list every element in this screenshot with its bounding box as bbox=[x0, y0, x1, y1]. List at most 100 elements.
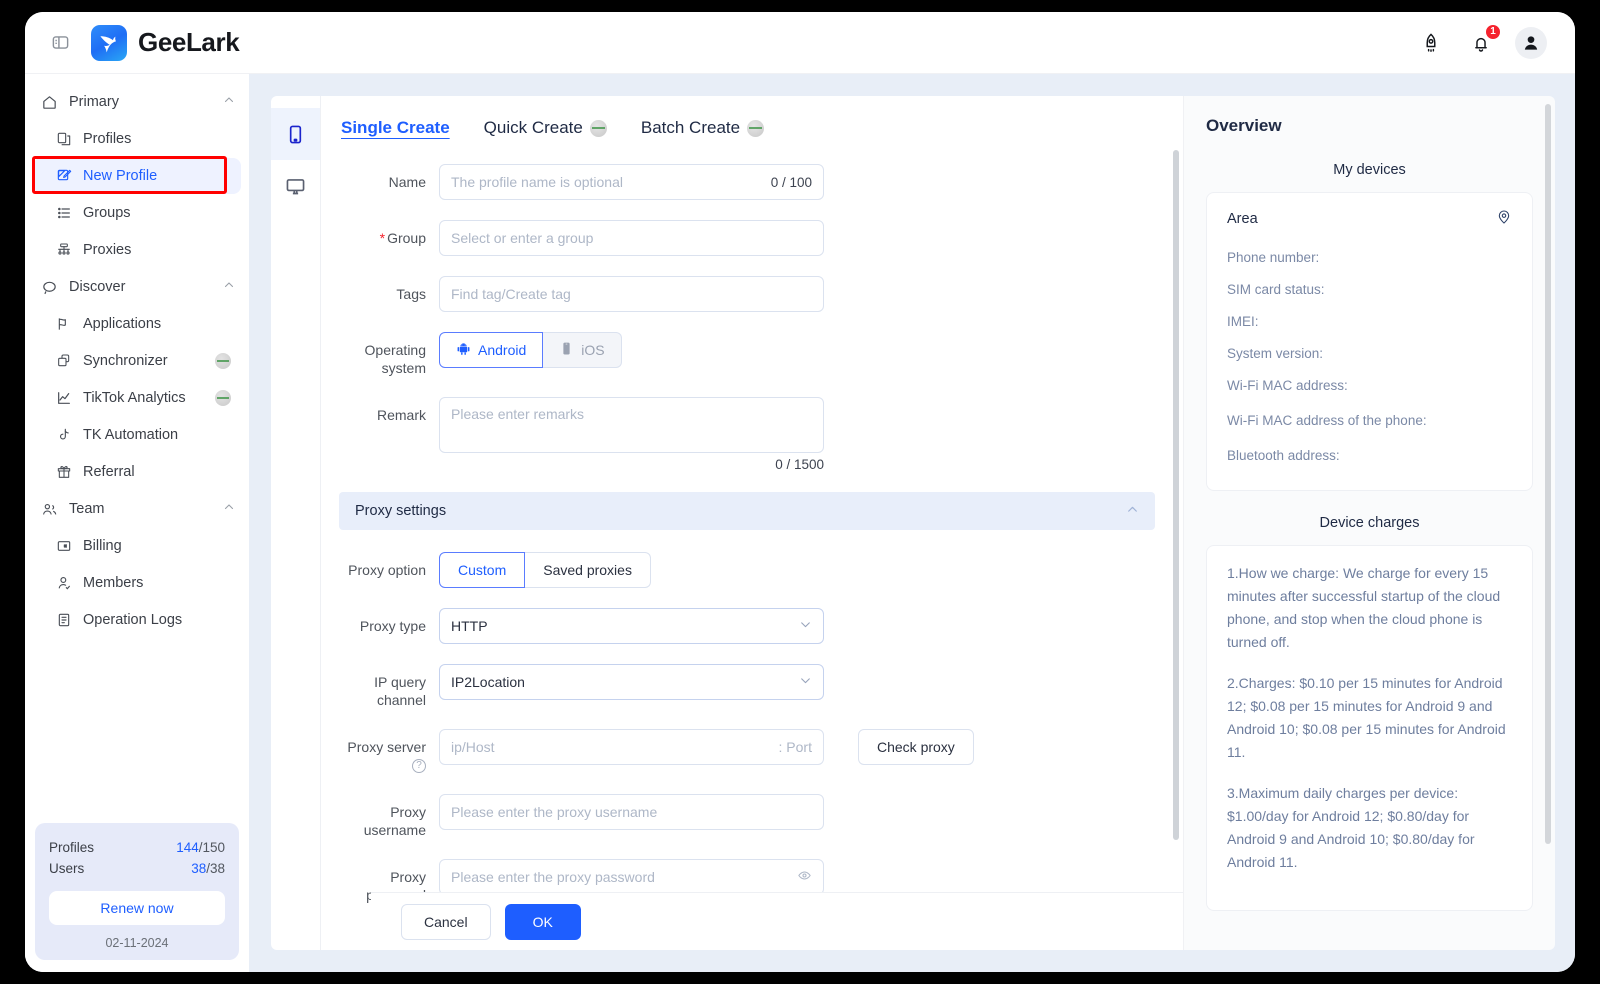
tab-label: Single Create bbox=[341, 118, 450, 137]
ip-query-channel-select[interactable]: IP2Location bbox=[439, 664, 824, 700]
sidebar-group-discover[interactable]: Discover bbox=[25, 269, 249, 305]
proxy-type-label: Proxy type bbox=[359, 618, 426, 634]
field-row-proxy-server: Proxy server? ip/Host : Port Check proxy bbox=[339, 729, 1155, 774]
tab-single-create[interactable]: Single Create bbox=[341, 118, 450, 138]
sidebar-nav: Primary Profiles New Profile Groups Prox… bbox=[25, 84, 249, 823]
sidebar-item-members[interactable]: Members bbox=[33, 565, 241, 601]
proxy-password-control: Please enter the proxy password bbox=[439, 859, 824, 895]
proxy-server-input[interactable]: ip/Host : Port bbox=[439, 729, 824, 765]
panel-toggle-icon[interactable] bbox=[45, 28, 75, 58]
analytics-chart-icon bbox=[55, 390, 72, 407]
question-help-icon[interactable]: ? bbox=[412, 759, 426, 774]
sidebar-item-proxies[interactable]: Proxies bbox=[33, 232, 241, 268]
sidebar-item-tk-automation[interactable]: TK Automation bbox=[33, 417, 241, 453]
chevron-up-icon bbox=[223, 279, 235, 295]
proxy-settings-section-header[interactable]: Proxy settings bbox=[339, 492, 1155, 530]
plan-profiles-row: Profiles 144/150 bbox=[49, 837, 225, 858]
os-android-label: Android bbox=[478, 342, 527, 358]
cancel-button[interactable]: Cancel bbox=[401, 903, 491, 940]
chevron-up-icon bbox=[1126, 503, 1139, 520]
check-proxy-button[interactable]: Check proxy bbox=[858, 729, 974, 765]
sidebar-item-profiles[interactable]: Profiles bbox=[33, 121, 241, 157]
sidebar-item-operation-logs[interactable]: Operation Logs bbox=[33, 602, 241, 638]
name-placeholder: The profile name is optional bbox=[451, 174, 623, 190]
field-row-proxy-option: Proxy option Custom Saved proxies bbox=[339, 552, 1155, 588]
os-option-ios[interactable]: iOS bbox=[543, 332, 622, 368]
name-label: Name bbox=[388, 174, 426, 190]
plan-profiles-used: 144 bbox=[176, 840, 199, 855]
sidebar-item-label: Profiles bbox=[83, 131, 132, 147]
sidebar-item-applications[interactable]: Applications bbox=[33, 306, 241, 342]
device-field-imei: IMEI: bbox=[1227, 314, 1259, 329]
sidebar-item-billing[interactable]: Billing bbox=[33, 528, 241, 564]
proxy-port-placeholder: : Port bbox=[778, 739, 812, 755]
name-input[interactable]: The profile name is optional 0 / 100 bbox=[439, 164, 824, 200]
device-charges-card: 1.How we charge: We charge for every 15 … bbox=[1206, 545, 1533, 911]
device-field-system-version: System version: bbox=[1227, 346, 1324, 361]
field-row-proxy-type: Proxy type HTTP bbox=[339, 608, 1155, 644]
sidebar-item-groups[interactable]: Groups bbox=[33, 195, 241, 231]
proxy-username-input[interactable]: Please enter the proxy username bbox=[439, 794, 824, 830]
chevron-up-icon bbox=[223, 94, 235, 110]
app-body: Primary Profiles New Profile Groups Prox… bbox=[25, 74, 1575, 972]
proxy-username-label: Proxy username bbox=[363, 804, 426, 838]
plan-users-value: 38/38 bbox=[191, 858, 225, 879]
remark-textarea[interactable]: Please enter remarks bbox=[439, 397, 824, 453]
proxy-username-control: Please enter the proxy username bbox=[439, 794, 824, 830]
proxy-host-placeholder: ip/Host bbox=[451, 739, 495, 755]
location-pin-icon[interactable] bbox=[1496, 209, 1512, 229]
renew-now-button[interactable]: Renew now bbox=[49, 891, 225, 925]
form-vertical-scrollbar[interactable] bbox=[1173, 150, 1179, 840]
device-field-phone-number: Phone number: bbox=[1227, 250, 1320, 265]
android-robot-icon bbox=[456, 341, 471, 359]
gift-icon bbox=[55, 464, 72, 481]
device-type-rail bbox=[271, 96, 321, 950]
field-row-ip-query-channel: IP query channel IP2Location bbox=[339, 664, 1155, 709]
field-row-remark: Remark Please enter remarks 0 / 1500 bbox=[339, 397, 1155, 472]
sidebar-item-new-profile[interactable]: New Profile bbox=[33, 158, 241, 194]
name-control: The profile name is optional 0 / 100 bbox=[439, 164, 824, 200]
eye-toggle-icon[interactable] bbox=[797, 868, 812, 886]
proxy-option-custom[interactable]: Custom bbox=[439, 552, 526, 588]
sidebar-item-label: Proxies bbox=[83, 242, 132, 258]
overview-vertical-scrollbar[interactable] bbox=[1545, 104, 1551, 844]
name-char-count: 0 / 100 bbox=[770, 174, 812, 190]
group-placeholder: Select or enter a group bbox=[451, 230, 594, 246]
sidebar-group-team[interactable]: Team bbox=[25, 491, 249, 527]
proxy-password-placeholder: Please enter the proxy password bbox=[451, 869, 655, 885]
sidebar-group-primary[interactable]: Primary bbox=[25, 84, 249, 120]
sidebar-item-synchronizer[interactable]: Synchronizer bbox=[33, 343, 241, 379]
bell-icon[interactable]: 1 bbox=[1465, 23, 1501, 59]
proxy-option-control: Custom Saved proxies bbox=[439, 552, 824, 588]
user-avatar-icon[interactable] bbox=[1515, 26, 1547, 59]
sidebar-item-label: Applications bbox=[83, 316, 162, 332]
proxy-server-row: ip/Host : Port Check proxy bbox=[439, 729, 1155, 765]
phone-device-icon[interactable] bbox=[271, 108, 320, 160]
proxy-option-saved-proxies[interactable]: Saved proxies bbox=[525, 552, 651, 588]
apple-device-icon bbox=[559, 341, 574, 359]
device-info-card: Area Phone number: SIM card status: IMEI… bbox=[1206, 192, 1533, 491]
group-input[interactable]: Select or enter a group bbox=[439, 220, 824, 256]
ok-button[interactable]: OK bbox=[504, 903, 581, 940]
tab-batch-create[interactable]: Batch Create bbox=[641, 118, 765, 138]
sidebar-item-referral[interactable]: Referral bbox=[33, 454, 241, 490]
proxy-password-input[interactable]: Please enter the proxy password bbox=[439, 859, 824, 895]
proxy-option-label: Proxy option bbox=[348, 562, 426, 578]
rocket-icon[interactable] bbox=[1415, 27, 1447, 59]
tags-control: Find tag/Create tag bbox=[439, 276, 824, 312]
proxy-type-select[interactable]: HTTP bbox=[439, 608, 824, 644]
operating-system-label: Operating system bbox=[364, 342, 426, 376]
billing-card-icon bbox=[55, 538, 72, 555]
desktop-device-icon[interactable] bbox=[271, 160, 320, 212]
tab-quick-create[interactable]: Quick Create bbox=[484, 118, 607, 138]
tags-input[interactable]: Find tag/Create tag bbox=[439, 276, 824, 312]
os-option-android[interactable]: Android bbox=[439, 332, 544, 368]
form-footer: Cancel OK bbox=[371, 892, 1183, 950]
sidebar-item-tiktok-analytics[interactable]: TikTok Analytics bbox=[33, 380, 241, 416]
remark-control: Please enter remarks 0 / 1500 bbox=[439, 397, 824, 472]
proxy-server-control: ip/Host : Port Check proxy bbox=[439, 729, 1155, 765]
brand-name: GeeLark bbox=[138, 27, 240, 57]
proxy-server-label: Proxy server? bbox=[339, 729, 439, 774]
sidebar-item-label: Referral bbox=[83, 464, 135, 480]
app-window: GeeLark 1 Primary Profiles New Profile G… bbox=[25, 12, 1575, 972]
